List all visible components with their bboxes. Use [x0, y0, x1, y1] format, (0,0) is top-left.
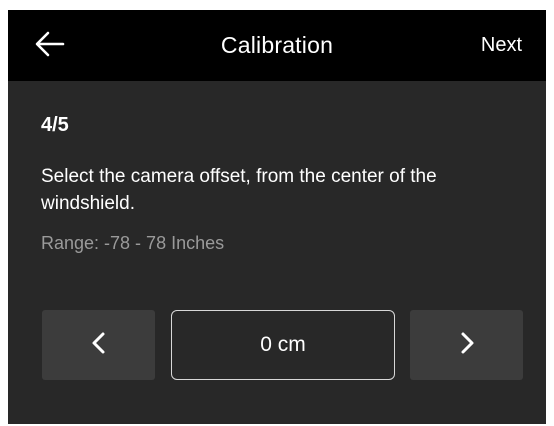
- chevron-right-icon: [458, 331, 476, 360]
- decrement-button[interactable]: [42, 310, 155, 380]
- header-bar: Calibration Next: [8, 10, 546, 81]
- next-button[interactable]: Next: [481, 10, 522, 81]
- calibration-screen: Calibration Next 4/5 Select the camera o…: [8, 10, 546, 424]
- chevron-left-icon: [90, 331, 108, 360]
- page-title: Calibration: [220, 32, 334, 58]
- back-button[interactable]: [34, 31, 66, 62]
- step-indicator: 4/5: [41, 114, 69, 136]
- instruction-text: Select the camera offset, from the cente…: [41, 166, 437, 214]
- increment-button[interactable]: [410, 310, 523, 380]
- offset-value-field[interactable]: 0 cm: [171, 310, 395, 380]
- range-hint: Range: -78 - 78 Inches: [41, 233, 225, 253]
- arrow-left-icon: [35, 31, 65, 62]
